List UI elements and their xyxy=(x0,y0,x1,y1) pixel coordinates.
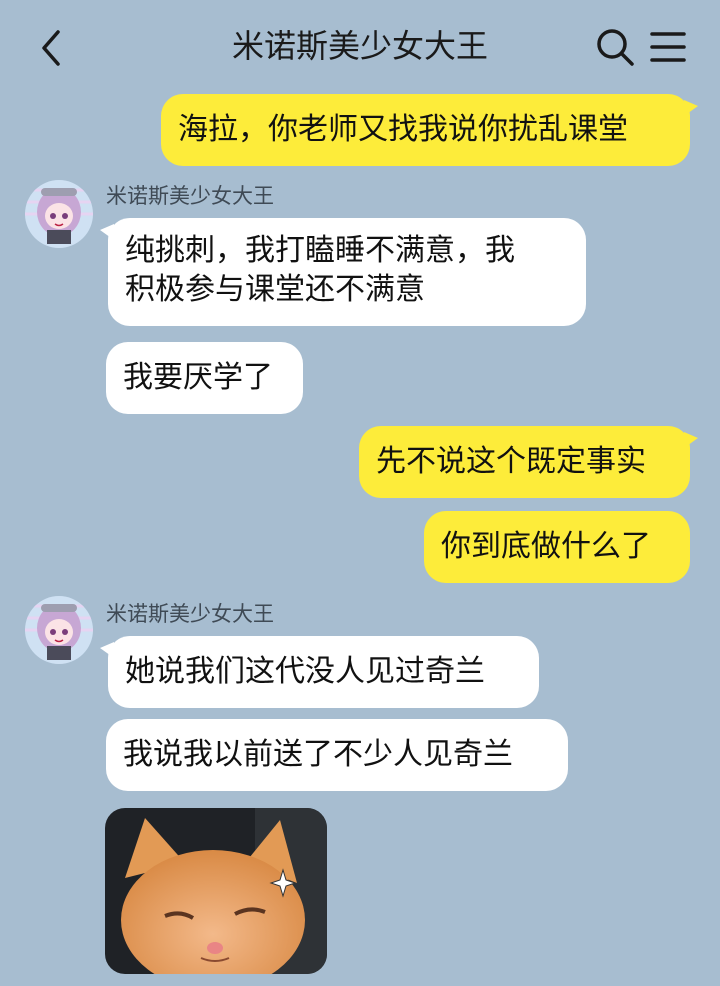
sender-name: 米诺斯美少女大王 xyxy=(106,602,274,626)
menu-button[interactable] xyxy=(648,26,688,68)
search-icon xyxy=(597,29,634,66)
orange-kitten-photo xyxy=(105,808,327,974)
message-text: 我说我以前送了不少人见奇兰 xyxy=(123,737,513,772)
message-text: 先不说这个既定事实 xyxy=(376,444,646,479)
incoming-message[interactable]: 我说我以前送了不少人见奇兰 xyxy=(106,719,568,791)
anime-character-avatar-icon xyxy=(25,596,93,664)
anime-character-avatar-icon xyxy=(25,180,93,248)
incoming-message[interactable]: 她说我们这代没人见过奇兰 xyxy=(100,636,539,708)
chat-header: 米诺斯美少女大王 xyxy=(0,0,720,92)
outgoing-message[interactable]: 你到底做什么了 xyxy=(424,511,690,583)
message-text-line: 积极参与课堂还不满意 xyxy=(125,272,425,307)
message-text: 我要厌学了 xyxy=(123,360,273,395)
message-text-line: 纯挑刺，我打瞌睡不满意，我 xyxy=(125,233,515,268)
contact-avatar[interactable] xyxy=(25,180,93,248)
message-text: 她说我们这代没人见过奇兰 xyxy=(125,654,485,689)
message-text: 海拉，你老师又找我说你扰乱课堂 xyxy=(178,112,628,147)
incoming-message[interactable]: 纯挑刺，我打瞌睡不满意，我 积极参与课堂还不满意 xyxy=(100,218,586,326)
outgoing-message[interactable]: 海拉，你老师又找我说你扰乱课堂 xyxy=(161,94,698,166)
incoming-message[interactable]: 我要厌学了 xyxy=(106,342,303,414)
outgoing-message[interactable]: 先不说这个既定事实 xyxy=(359,426,698,498)
search-button[interactable] xyxy=(594,26,636,68)
contact-avatar[interactable] xyxy=(25,596,93,664)
message-text: 你到底做什么了 xyxy=(441,529,651,564)
menu-icon xyxy=(650,32,686,62)
sender-name: 米诺斯美少女大王 xyxy=(106,184,274,208)
image-message[interactable] xyxy=(105,808,327,974)
